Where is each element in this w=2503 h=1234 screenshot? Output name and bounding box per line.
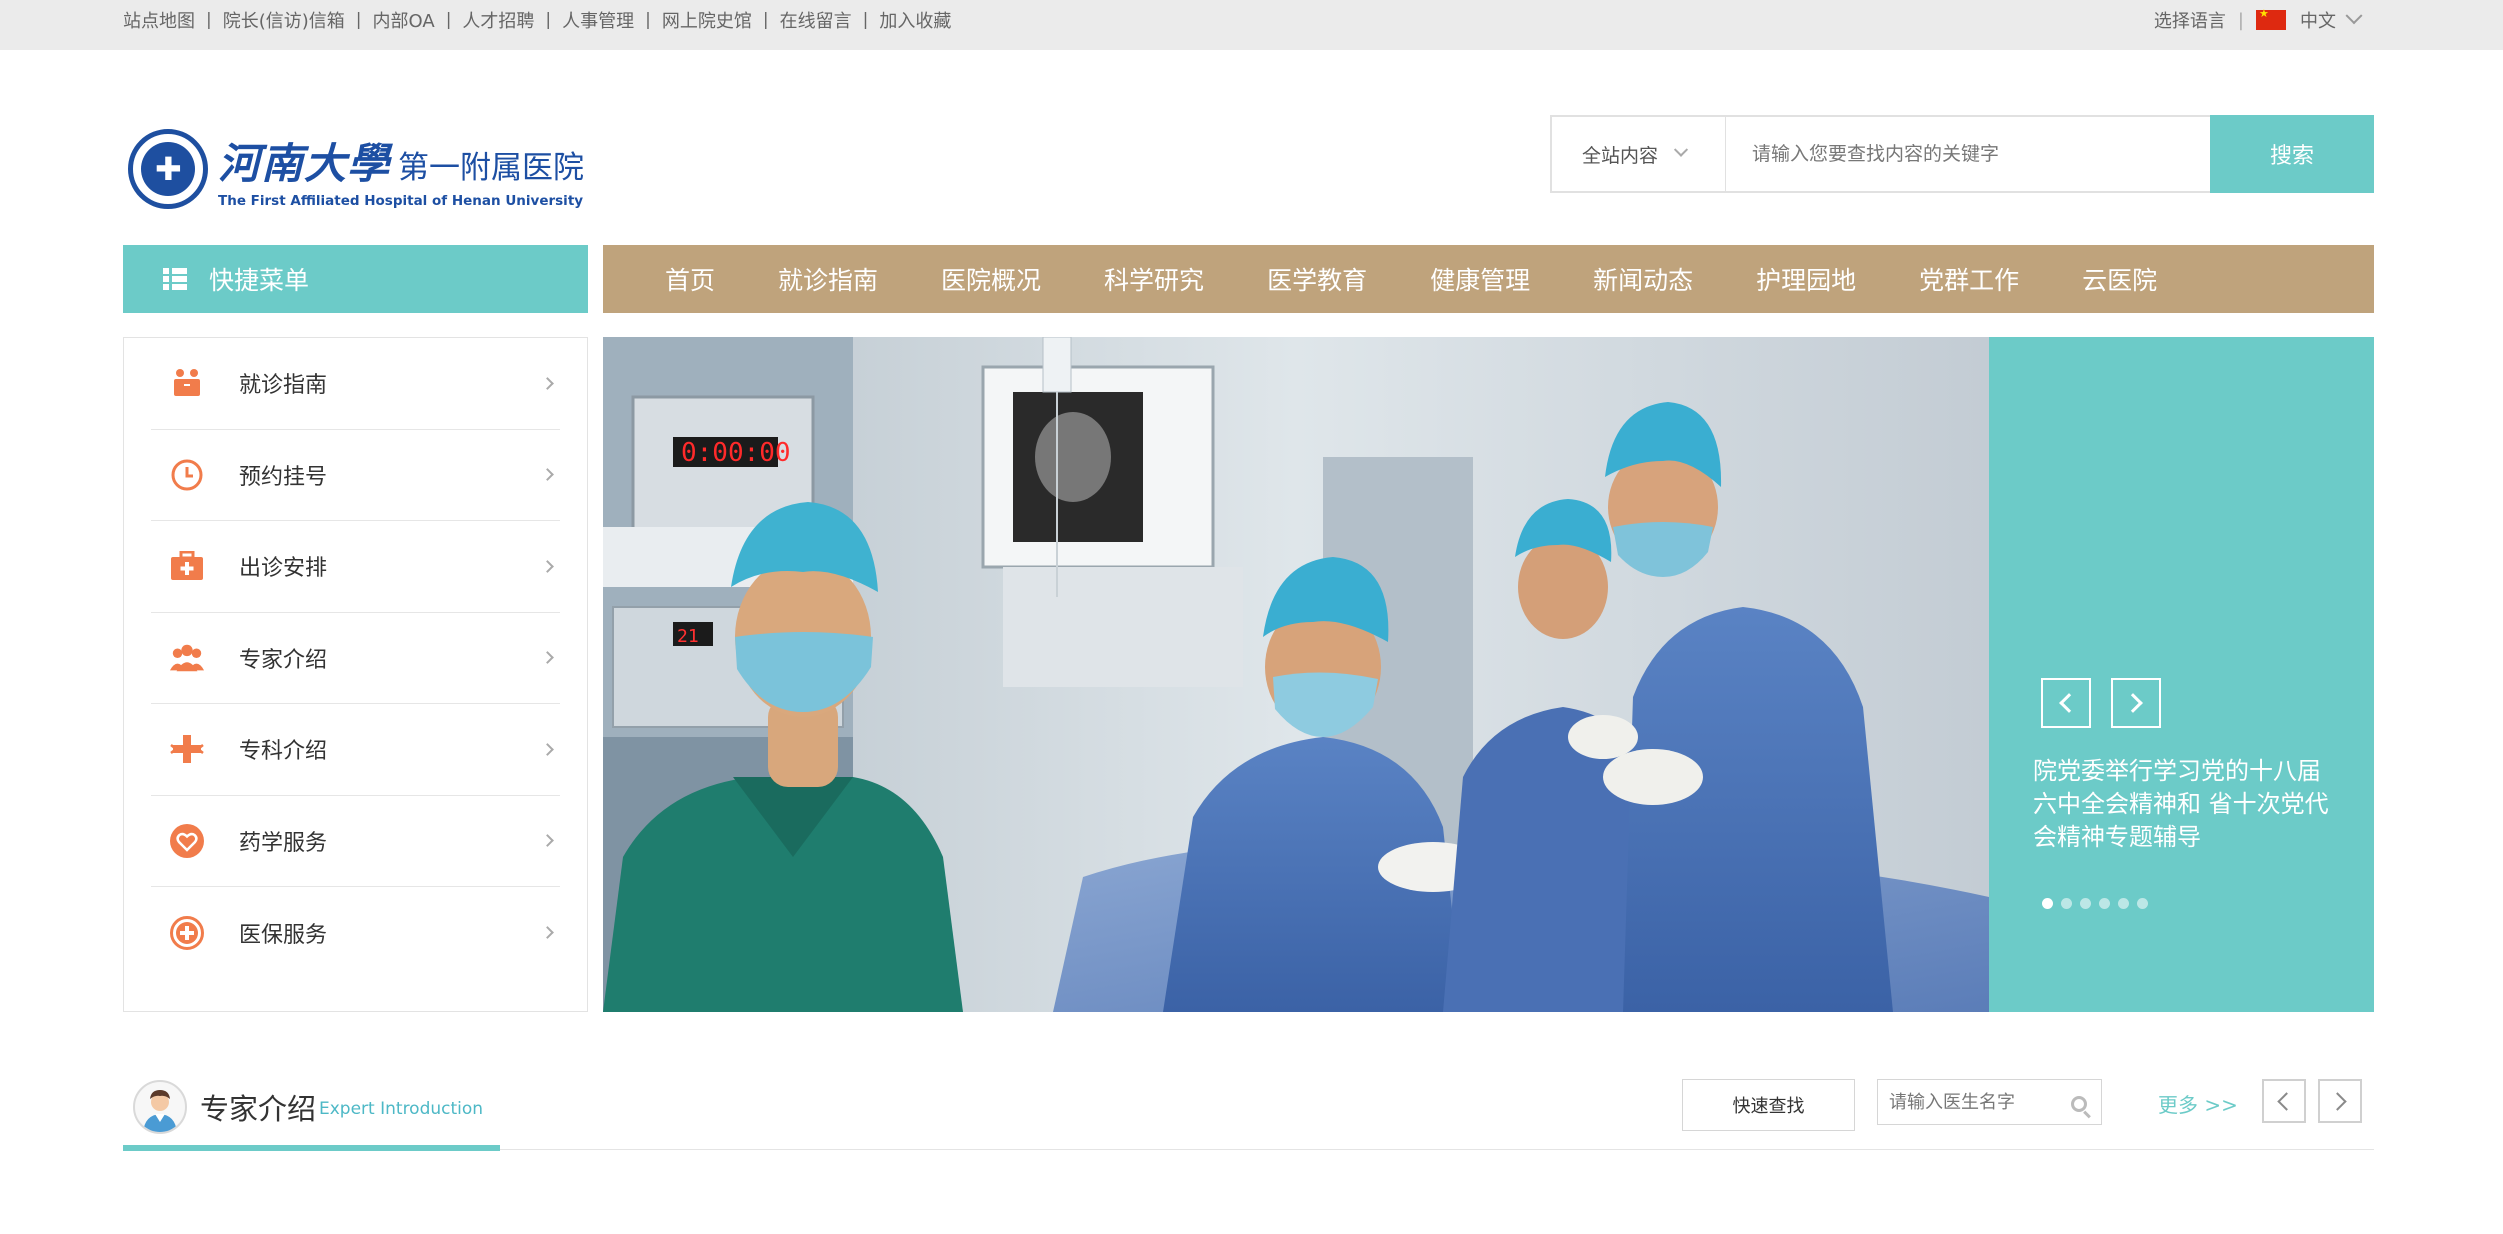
nav-item-news[interactable]: 新闻动态 xyxy=(1593,261,1693,297)
doctor-search xyxy=(1877,1079,2102,1125)
chevron-left-icon xyxy=(2059,693,2079,713)
banner-pagination xyxy=(2042,898,2156,909)
experts-next-button[interactable] xyxy=(2318,1079,2362,1123)
top-link-bookmark[interactable]: 加入收藏 xyxy=(879,7,951,33)
guide-icon xyxy=(169,365,205,401)
quick-find-button[interactable]: 快速查找 xyxy=(1682,1079,1855,1131)
quick-menu-item-appointment[interactable]: 预约挂号 xyxy=(151,430,560,521)
chevron-down-icon xyxy=(2345,7,2363,25)
slide-dot[interactable] xyxy=(2137,898,2148,909)
slide-dot[interactable] xyxy=(2061,898,2072,909)
experts-title: 专家介绍 xyxy=(200,1092,317,1126)
nav-item-research[interactable]: 科学研究 xyxy=(1104,261,1204,297)
quick-menu-label: 专家介绍 xyxy=(239,647,328,673)
slide-dot[interactable] xyxy=(2118,898,2129,909)
slide-dot[interactable] xyxy=(2042,898,2053,909)
chevron-right-icon xyxy=(2328,1091,2347,1111)
nav-item-nursing[interactable]: 护理园地 xyxy=(1756,261,1856,297)
chevron-right-icon xyxy=(541,468,554,482)
nav-item-health[interactable]: 健康管理 xyxy=(1430,261,1530,297)
chevron-left-icon xyxy=(2277,1091,2296,1111)
people-icon xyxy=(169,640,205,676)
experts-prev-button[interactable] xyxy=(2262,1079,2306,1123)
hospital-logo[interactable]: 河南大學 第一附属医院 The First Affiliated Hospita… xyxy=(128,128,593,210)
chevron-right-icon xyxy=(541,559,554,573)
list-icon xyxy=(163,268,187,290)
quick-menu-item-schedule[interactable]: 出诊安排 xyxy=(151,521,560,613)
search-icon[interactable] xyxy=(2071,1095,2087,1112)
top-bar: 站点地图 | 院长(信访)信箱 | 内部OA | 人才招聘 | 人事管理 | 网上院史馆 |… xyxy=(0,0,2503,50)
banner-prev-button[interactable] xyxy=(2041,678,2091,728)
slide-dot[interactable] xyxy=(2099,898,2110,909)
language-label: 选择语言 xyxy=(2153,11,2226,32)
quick-menu-item-pharmacy[interactable]: 药学服务 xyxy=(151,796,560,887)
nav-item-cloud-hospital[interactable]: 云医院 xyxy=(2082,261,2157,297)
logo-english-name: The First Affiliated Hospital of Henan U… xyxy=(218,192,584,209)
banner-caption[interactable]: 院党委举行学习党的十八届六中全会精神和 省十次党代会精神专题辅导 xyxy=(2033,755,2338,854)
language-value: 中文 xyxy=(2300,11,2336,32)
nav-item-overview[interactable]: 医院概况 xyxy=(941,261,1041,297)
quick-menu-header: 快捷菜单 xyxy=(123,245,588,313)
top-links: 站点地图 | 院长(信访)信箱 | 内部OA | 人才招聘 | 人事管理 | 网上院史馆 |… xyxy=(123,0,951,40)
surgery-photo: 0:00:00 21 xyxy=(603,337,1989,1012)
clock-icon xyxy=(169,457,205,493)
chevron-right-icon xyxy=(2123,693,2143,713)
quick-menu-label: 就诊指南 xyxy=(239,373,328,399)
top-link-message[interactable]: 在线留言 xyxy=(780,7,852,33)
search-input[interactable] xyxy=(1726,117,2210,191)
top-link-history-museum[interactable]: 网上院史馆 xyxy=(662,7,752,33)
cross-arrows-icon xyxy=(169,731,205,767)
quick-menu-label: 预约挂号 xyxy=(239,464,328,490)
nav-item-guide[interactable]: 就诊指南 xyxy=(778,261,878,297)
chevron-right-icon xyxy=(541,742,554,756)
search-scope-value: 全站内容 xyxy=(1582,144,1659,167)
quick-menu-label: 医保服务 xyxy=(239,922,328,948)
section-accent-bar xyxy=(123,1145,500,1151)
top-link-recruitment[interactable]: 人才招聘 xyxy=(462,7,534,33)
quick-menu-item-specialties[interactable]: 专科介绍 xyxy=(151,704,560,796)
doctor-search-input[interactable] xyxy=(1878,1091,2071,1113)
main-nav: 首页 就诊指南 医院概况 科学研究 医学教育 健康管理 新闻动态 护理园地 党群… xyxy=(603,245,2374,313)
quick-menu-label: 专科介绍 xyxy=(239,739,328,765)
experts-subtitle: Expert Introduction xyxy=(319,1099,484,1119)
chevron-right-icon xyxy=(541,926,554,940)
quick-menu-item-experts[interactable]: 专家介绍 xyxy=(151,613,560,704)
quick-menu-label: 药学服务 xyxy=(239,830,328,856)
banner-image[interactable]: 0:00:00 21 xyxy=(603,337,1989,1012)
chevron-down-icon xyxy=(1673,142,1689,157)
search-button[interactable]: 搜索 xyxy=(2210,115,2374,193)
banner-clock-readout: 0:00:00 xyxy=(681,438,791,468)
chevron-right-icon xyxy=(541,376,554,390)
top-link-internal-oa[interactable]: 内部OA xyxy=(373,7,435,33)
logo-university-name: 河南大學 xyxy=(218,138,391,188)
top-link-president-mailbox[interactable]: 院长(信访)信箱 xyxy=(223,7,345,33)
quick-menu-list: 就诊指南 预约挂号 出诊安排 专家介绍 专科介绍 药学服务 医保服务 xyxy=(123,337,588,1012)
site-search: 全站内容 搜索 xyxy=(1550,115,2374,193)
more-experts-link[interactable]: 更多 >> xyxy=(2158,1089,2238,1118)
doctor-avatar-icon xyxy=(133,1080,187,1134)
banner-monitor-readout: 21 xyxy=(677,626,699,647)
quick-menu-title: 快捷菜单 xyxy=(209,266,310,295)
nav-item-home[interactable]: 首页 xyxy=(665,261,715,297)
china-flag-icon xyxy=(2256,7,2286,30)
banner-next-button[interactable] xyxy=(2111,678,2161,728)
nav-item-education[interactable]: 医学教育 xyxy=(1267,261,1367,297)
banner-caption-panel: 院党委举行学习党的十八届六中全会精神和 省十次党代会精神专题辅导 xyxy=(1989,337,2374,1012)
nav-item-party[interactable]: 党群工作 xyxy=(1919,261,2019,297)
plus-circle-icon xyxy=(169,915,205,951)
top-link-hr[interactable]: 人事管理 xyxy=(562,7,634,33)
heart-icon xyxy=(169,823,205,859)
search-scope-dropdown[interactable]: 全站内容 xyxy=(1552,117,1726,191)
quick-menu-item-guide[interactable]: 就诊指南 xyxy=(151,338,560,430)
quick-menu-label: 出诊安排 xyxy=(239,556,328,582)
logo-seal-icon xyxy=(128,129,208,209)
chevron-right-icon xyxy=(541,834,554,848)
slide-dot[interactable] xyxy=(2080,898,2091,909)
medical-kit-icon xyxy=(169,548,205,584)
language-selector[interactable]: 选择语言 | 中文 xyxy=(2153,0,2363,40)
logo-hospital-name: 第一附属医院 xyxy=(398,149,585,186)
top-link-sitemap[interactable]: 站点地图 xyxy=(123,7,195,33)
quick-menu-item-insurance[interactable]: 医保服务 xyxy=(151,887,560,979)
chevron-right-icon xyxy=(541,651,554,665)
